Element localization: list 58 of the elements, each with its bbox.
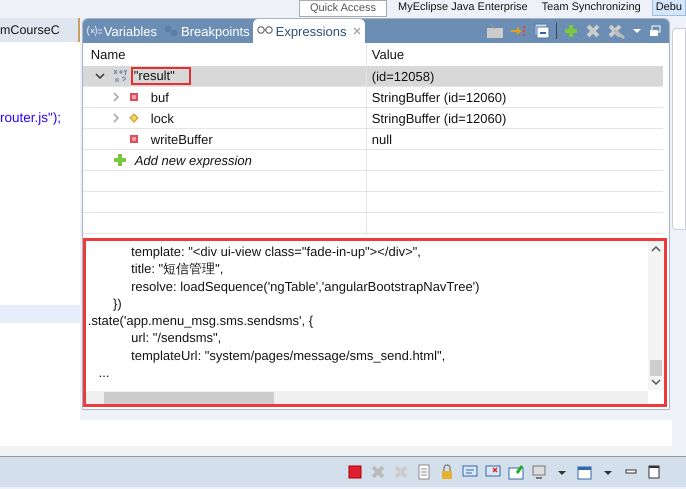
document-icon[interactable] bbox=[416, 464, 432, 480]
private-field-icon bbox=[128, 134, 139, 144]
variable-name: buf bbox=[150, 90, 169, 104]
variables-icon bbox=[86, 25, 102, 37]
variable-value: StringBuffer (id=12060) bbox=[372, 90, 506, 104]
horizontal-scrollbar[interactable] bbox=[86, 391, 648, 404]
private-field-icon bbox=[128, 92, 139, 102]
tree-row[interactable]: "result" (id=12058) bbox=[82, 66, 664, 87]
code-line: template: "<div ui-view class="fade-in-up"></div>", bbox=[130, 243, 422, 260]
monitor-icon[interactable] bbox=[486, 23, 504, 39]
editor-tab[interactable]: mCourseC bbox=[0, 18, 80, 42]
code-line: resolve: loadSequence('ngTable','angularBootstrapNavTree') bbox=[130, 278, 480, 295]
diamond-icon bbox=[128, 113, 139, 123]
tree-row[interactable]: Add new expression bbox=[82, 150, 664, 171]
monitor-icon[interactable] bbox=[531, 464, 547, 480]
code-line: router.js"); bbox=[0, 110, 62, 125]
code-line: .state('app.menu_msg.sms.sendsms', { bbox=[88, 312, 314, 330]
tree-row[interactable]: writeBuffer null bbox=[82, 129, 664, 150]
tree-row[interactable]: buf StringBuffer (id=12060) bbox=[82, 87, 664, 108]
add-expression-link[interactable]: Add new expression bbox=[134, 152, 252, 168]
expression-icon bbox=[112, 69, 127, 83]
variable-value: null bbox=[372, 132, 392, 146]
code-line: templateUrl: "system/pages/message/sms_send.html", bbox=[130, 346, 446, 364]
code-line: ... bbox=[98, 364, 110, 382]
expanded-chevron-icon[interactable] bbox=[94, 71, 105, 81]
collapsed-chevron-icon[interactable] bbox=[110, 113, 121, 123]
plus-icon bbox=[112, 153, 127, 167]
tree-row[interactable]: lock StringBuffer (id=12060) bbox=[82, 108, 664, 129]
variable-value: (id=12058) bbox=[372, 68, 434, 84]
highlight-frame: "result" bbox=[130, 67, 191, 85]
quick-access-field[interactable]: Quick Access bbox=[299, 0, 388, 17]
collapsed-chevron-icon[interactable] bbox=[110, 92, 121, 102]
variable-value: StringBuffer (id=12060) bbox=[372, 110, 506, 126]
collapse-all-icon[interactable] bbox=[534, 23, 550, 39]
code-line: title: "短信管理", bbox=[130, 260, 224, 278]
view-tab[interactable]: Expressions bbox=[252, 19, 366, 43]
perspective-button[interactable]: Team Synchronizing bbox=[538, 0, 644, 15]
lock-icon[interactable] bbox=[439, 464, 455, 480]
variable-name: lock bbox=[150, 110, 174, 126]
scroll-thumb[interactable] bbox=[650, 360, 662, 376]
remove-icon[interactable] bbox=[585, 23, 602, 39]
close-icon[interactable] bbox=[352, 26, 362, 36]
vertical-scrollbar[interactable] bbox=[648, 241, 664, 390]
perspective-button[interactable]: MyEclipse Java Enterprise bbox=[395, 0, 531, 15]
new-window-icon[interactable] bbox=[577, 464, 593, 480]
column-header[interactable]: Value bbox=[366, 43, 664, 66]
maximize-icon[interactable] bbox=[646, 464, 662, 480]
variable-name: writeBuffer bbox=[150, 132, 213, 146]
remove-all-icon[interactable] bbox=[607, 23, 626, 39]
stop-icon[interactable] bbox=[347, 464, 363, 480]
code-line: }) bbox=[112, 294, 123, 312]
restore-icon[interactable] bbox=[649, 25, 662, 37]
scroll-down-icon[interactable] bbox=[651, 378, 662, 386]
pin-icon[interactable] bbox=[508, 464, 524, 480]
code-line: url: "/sendsms", bbox=[130, 329, 222, 347]
scroll-up-icon[interactable] bbox=[651, 245, 662, 253]
perspective-button[interactable]: Debu bbox=[652, 0, 686, 16]
scroll-thumb[interactable] bbox=[104, 392, 274, 404]
